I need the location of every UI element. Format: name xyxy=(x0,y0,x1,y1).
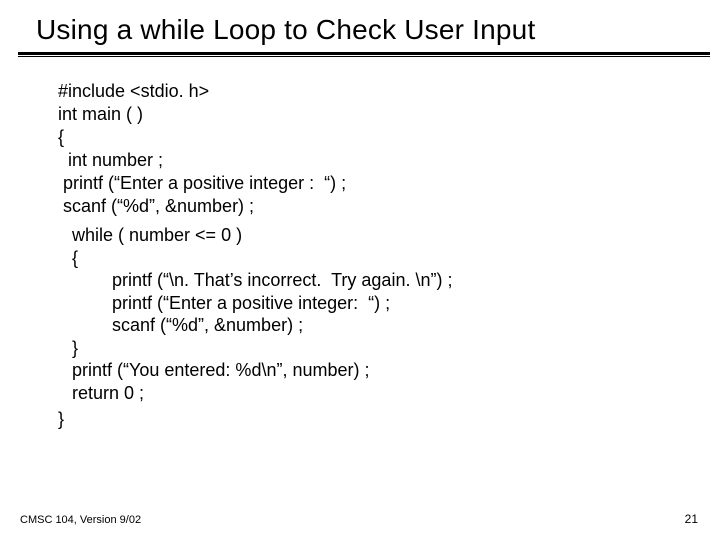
title-divider xyxy=(18,52,710,58)
page-number: 21 xyxy=(685,512,698,526)
code-line: printf (“Enter a positive integer : “) ; xyxy=(58,172,720,195)
code-line: #include <stdio. h> xyxy=(58,80,720,103)
inner-block: while ( number <= 0 ) { printf (“\n. Tha… xyxy=(58,224,720,404)
code-line: int main ( ) xyxy=(58,103,720,126)
code-line: } xyxy=(72,337,720,360)
code-line: printf (“\n. That’s incorrect. Try again… xyxy=(72,269,720,292)
code-line: printf (“Enter a positive integer: “) ; xyxy=(72,292,720,315)
code-block: #include <stdio. h> int main ( ) { int n… xyxy=(0,58,720,431)
slide: Using a while Loop to Check User Input #… xyxy=(0,0,720,540)
footer-course: CMSC 104, Version 9/02 xyxy=(20,514,141,526)
code-line: return 0 ; xyxy=(72,382,720,405)
code-line: } xyxy=(58,408,720,431)
code-line: scanf (“%d”, &number) ; xyxy=(58,195,720,218)
code-line: { xyxy=(58,126,720,149)
code-line: int number ; xyxy=(58,149,720,172)
code-line: scanf (“%d”, &number) ; xyxy=(72,314,720,337)
slide-title: Using a while Loop to Check User Input xyxy=(0,14,720,46)
code-line: printf (“You entered: %d\n”, number) ; xyxy=(72,359,720,382)
code-line: { xyxy=(72,247,720,270)
code-line: while ( number <= 0 ) xyxy=(72,224,720,247)
